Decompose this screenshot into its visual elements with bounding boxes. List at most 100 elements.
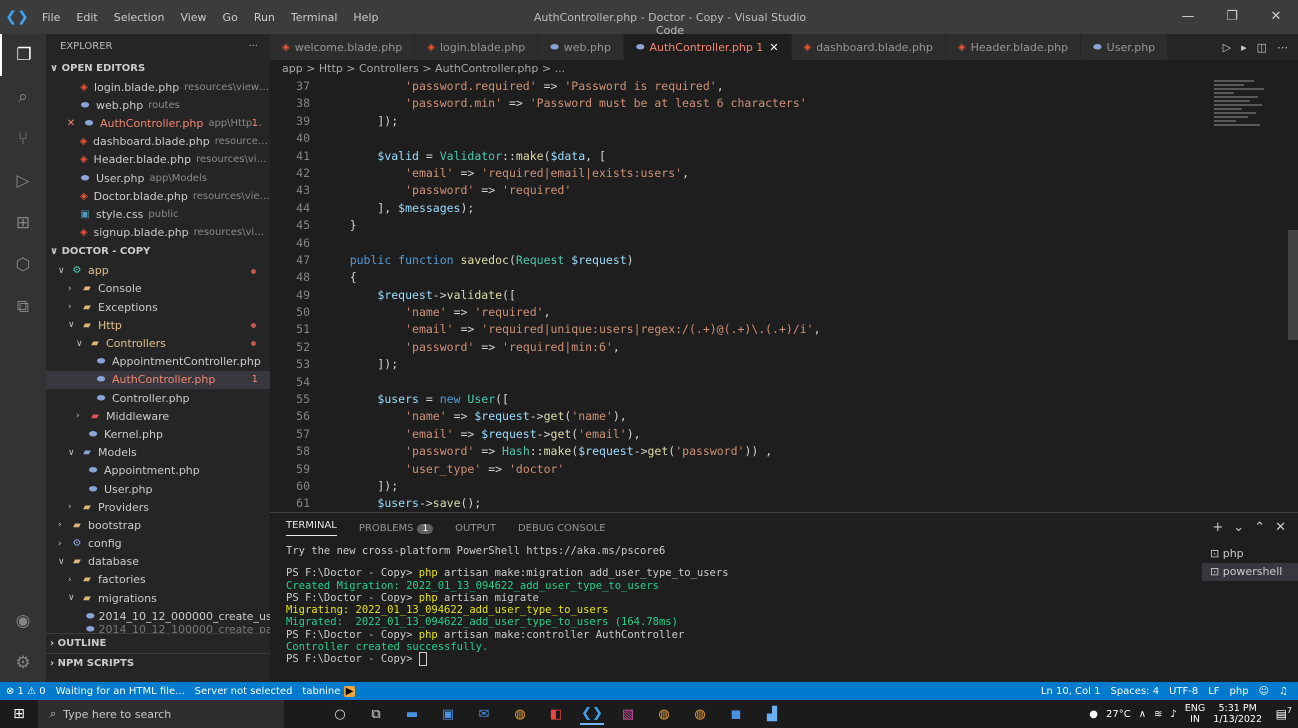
tab-login-blade[interactable]: ◈ login.blade.php — [415, 34, 539, 60]
open-editor-item[interactable]: ◈dashboard.blade.phpresources\vi... — [46, 133, 270, 151]
menu-run[interactable]: Run — [246, 11, 283, 24]
code-line[interactable]: ]); — [322, 113, 821, 130]
tab-user-php[interactable]: ⬬ User.php — [1081, 34, 1169, 60]
weather-temp[interactable]: 27°C — [1106, 709, 1131, 720]
minimize-icon[interactable]: — — [1166, 0, 1210, 34]
cortana-icon[interactable]: ○ — [328, 703, 352, 725]
action-center-icon[interactable]: ▤7 — [1276, 706, 1292, 721]
code-line[interactable]: ]); — [322, 356, 821, 373]
clock[interactable]: 5:31 PM 1/13/2022 — [1213, 703, 1262, 725]
menu-view[interactable]: View — [172, 11, 214, 24]
feedback-icon[interactable]: ☺ — [1259, 686, 1269, 697]
tree-folder-models[interactable]: ∨ ▰ Models — [46, 444, 270, 462]
code-line[interactable]: ], $messages); — [322, 200, 821, 217]
code-line[interactable]: 'password' => 'required|min:6', — [322, 339, 821, 356]
tree-folder-app[interactable]: ∨ ⚙ app — [46, 262, 270, 280]
code-line[interactable] — [322, 130, 821, 147]
open-editor-item[interactable]: ⬬ User.php app\Models — [46, 169, 270, 187]
open-editor-item-active[interactable]: ✕ ⬬ AuthController.php app\Http... 1 — [46, 114, 270, 132]
tree-folder-providers[interactable]: › ▰ Providers — [46, 498, 270, 516]
code-line[interactable]: public function savedoc(Request $request… — [322, 252, 821, 269]
chrome-icon[interactable]: ◍ — [508, 703, 532, 725]
cursor-position[interactable]: Ln 10, Col 1 — [1041, 686, 1101, 697]
new-terminal-icon[interactable]: + — [1212, 520, 1223, 535]
code-line[interactable]: 'password' => 'required' — [322, 182, 821, 199]
code-line[interactable]: 'password' => Hash::make($request->get('… — [322, 443, 821, 460]
html-waiting-status[interactable]: Waiting for an HTML file... — [56, 686, 185, 697]
network-icon[interactable]: ≋ — [1154, 709, 1162, 720]
breadcrumb[interactable]: app > Http > Controllers > AuthControlle… — [270, 60, 1130, 78]
zoom-icon[interactable]: ◼ — [724, 703, 748, 725]
task-view-icon[interactable]: ⧉ — [364, 703, 388, 725]
open-editor-item[interactable]: ⬬ web.php routes — [46, 96, 270, 114]
code-line[interactable]: 'email' => 'required|unique:users|regex:… — [322, 321, 820, 338]
code-line[interactable]: 'user_type' => 'doctor' — [322, 461, 821, 478]
terminal-powershell[interactable]: ⊡ powershell — [1202, 563, 1298, 581]
open-editor-item[interactable]: ◈Doctor.blade.phpresources\views\... — [46, 187, 270, 205]
tab-output[interactable]: OUTPUT — [455, 523, 496, 534]
tab-dashboard-blade[interactable]: ◈ dashboard.blade.php — [791, 34, 946, 60]
problems-status[interactable]: ⊗ 1 ⚠ 0 — [6, 686, 46, 697]
code-line[interactable]: 'name' => 'required', — [322, 304, 821, 321]
split-editor-icon[interactable]: ◫ — [1257, 41, 1267, 54]
notifications-bell-icon[interactable]: ♫ — [1279, 686, 1288, 697]
code-line[interactable]: 'email' => $request->get('email'), — [322, 426, 821, 443]
menu-help[interactable]: Help — [345, 11, 386, 24]
close-window-icon[interactable]: ✕ — [1254, 0, 1298, 34]
tree-folder-config[interactable]: › ⚙ config — [46, 535, 270, 553]
windows-start-icon[interactable]: ⊞ — [0, 706, 38, 722]
tree-folder-database[interactable]: ∨ ▰ database — [46, 553, 270, 571]
tree-folder-factories[interactable]: › ▰ factories — [46, 571, 270, 589]
tree-file[interactable]: ⬬ AppointmentController.php — [46, 353, 270, 371]
taskbar-search[interactable]: ⌕ Type here to search — [38, 700, 284, 728]
extensions-icon[interactable]: ⊞ — [0, 202, 46, 244]
more-icon[interactable]: ⋯ — [1277, 41, 1288, 54]
preview-icon[interactable]: ▸ — [1241, 41, 1247, 54]
outline-header[interactable]: › OUTLINE — [46, 633, 270, 653]
weather-icon[interactable]: ● — [1089, 709, 1098, 720]
encoding[interactable]: UTF-8 — [1169, 686, 1198, 697]
chrome-profile-icon[interactable]: ◍ — [652, 703, 676, 725]
code-line[interactable]: $users = new User([ — [322, 391, 821, 408]
tree-file-partial[interactable]: ⬬ 2014_10_12_100000_create_pas... — [46, 625, 270, 633]
tray-chevron-icon[interactable]: ∧ — [1139, 709, 1146, 720]
vscode-taskbar-icon[interactable]: ❮❯ — [580, 703, 604, 725]
tab-close-icon[interactable]: ✕ — [769, 41, 778, 54]
tree-file[interactable]: ⬬ Appointment.php — [46, 462, 270, 480]
code-line[interactable]: } — [322, 217, 821, 234]
run-debug-icon[interactable]: ▷ — [0, 160, 46, 202]
tree-folder-bootstrap[interactable]: › ▰ bootstrap — [46, 516, 270, 534]
open-editor-item[interactable]: ◈login.blade.phpresources\views\D... — [46, 78, 270, 96]
open-editor-item[interactable]: ▣ style.css public — [46, 205, 270, 223]
code-line[interactable]: { — [322, 269, 821, 286]
tree-folder-console[interactable]: › ▰ Console — [46, 280, 270, 298]
office-icon[interactable]: ◧ — [544, 703, 568, 725]
search-icon[interactable]: ⌕ — [0, 76, 46, 118]
chevron-down-icon[interactable]: ⌄ — [1233, 520, 1244, 535]
file-explorer-icon[interactable]: ▬ — [400, 703, 424, 725]
close-panel-icon[interactable]: ✕ — [1275, 520, 1286, 535]
project-folder-header[interactable]: ∨ DOCTOR - COPY — [46, 242, 270, 262]
tree-file[interactable]: ⬬2014_10_12_000000_create_user... — [46, 607, 270, 625]
code-line[interactable]: $users->save(); — [322, 495, 821, 512]
editor-scrollbar[interactable] — [1288, 230, 1298, 340]
more-actions-icon[interactable]: ··· — [248, 41, 258, 52]
tree-file[interactable]: ⬬ Controller.php — [46, 389, 270, 407]
menu-selection[interactable]: Selection — [106, 11, 173, 24]
tree-file-selected[interactable]: ⬬ AuthController.php 1 — [46, 370, 270, 389]
code-lines[interactable]: 'password.required' => 'Password is requ… — [322, 78, 821, 512]
tab-authcontroller-php[interactable]: ⬬ AuthController.php 1 ✕ — [623, 34, 792, 60]
tab-debug-console[interactable]: DEBUG CONSOLE — [518, 523, 606, 534]
code-line[interactable]: ]); — [322, 478, 821, 495]
tab-problems[interactable]: PROBLEMS 1 — [359, 523, 434, 534]
photos-icon[interactable]: ▟ — [760, 703, 784, 725]
code-editor[interactable]: 37 38 39 40 41 42 43 44 45 46 47 48 49 5… — [270, 78, 1298, 512]
tab-web-php[interactable]: ⬬ web.php — [538, 34, 624, 60]
npm-scripts-header[interactable]: › NPM SCRIPTS — [46, 653, 270, 673]
minimap[interactable] — [1214, 78, 1284, 178]
server-status[interactable]: Server not selected — [195, 686, 293, 697]
code-line[interactable]: 'email' => 'required|email|exists:users'… — [322, 165, 821, 182]
terminal-prompt[interactable]: PS F:\Doctor - Copy> — [286, 652, 1186, 667]
tree-folder-http[interactable]: ∨ ▰ Http — [46, 316, 270, 334]
terminal-php[interactable]: ⊡ php — [1202, 545, 1298, 563]
